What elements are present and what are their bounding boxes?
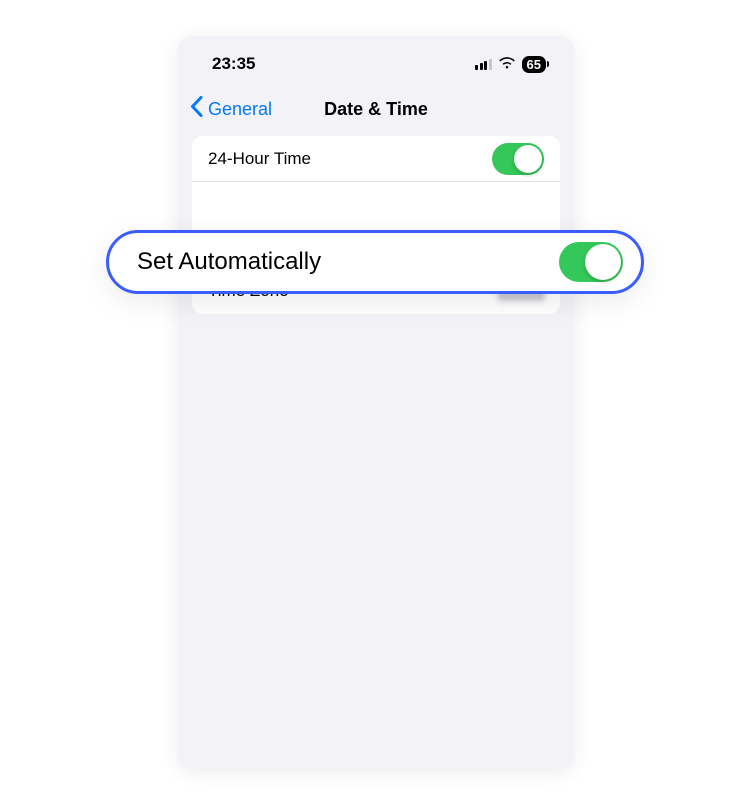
back-label: General [208, 99, 272, 120]
row-label: 24-Hour Time [208, 149, 311, 169]
battery-level: 65 [527, 57, 541, 72]
chevron-left-icon [190, 96, 203, 122]
toggle-knob [514, 145, 542, 173]
phone-frame: 23:35 65 General Date & Time [178, 36, 574, 768]
toggle-knob [585, 244, 621, 280]
battery-icon: 65 [522, 56, 546, 73]
row-set-automatically-highlighted[interactable]: Set Automatically [106, 230, 644, 294]
toggle-set-automatically[interactable] [559, 242, 623, 282]
status-bar: 23:35 65 [178, 36, 574, 84]
status-time: 23:35 [212, 54, 255, 74]
cellular-icon [475, 58, 492, 70]
row-24-hour-time[interactable]: 24-Hour Time [192, 136, 560, 182]
page-title: Date & Time [324, 99, 428, 120]
back-button[interactable]: General [190, 96, 272, 122]
status-right: 65 [475, 54, 546, 74]
toggle-24-hour-time[interactable] [492, 143, 544, 175]
nav-bar: General Date & Time [178, 84, 574, 136]
row-label: Set Automatically [137, 248, 321, 276]
wifi-icon [498, 54, 516, 74]
